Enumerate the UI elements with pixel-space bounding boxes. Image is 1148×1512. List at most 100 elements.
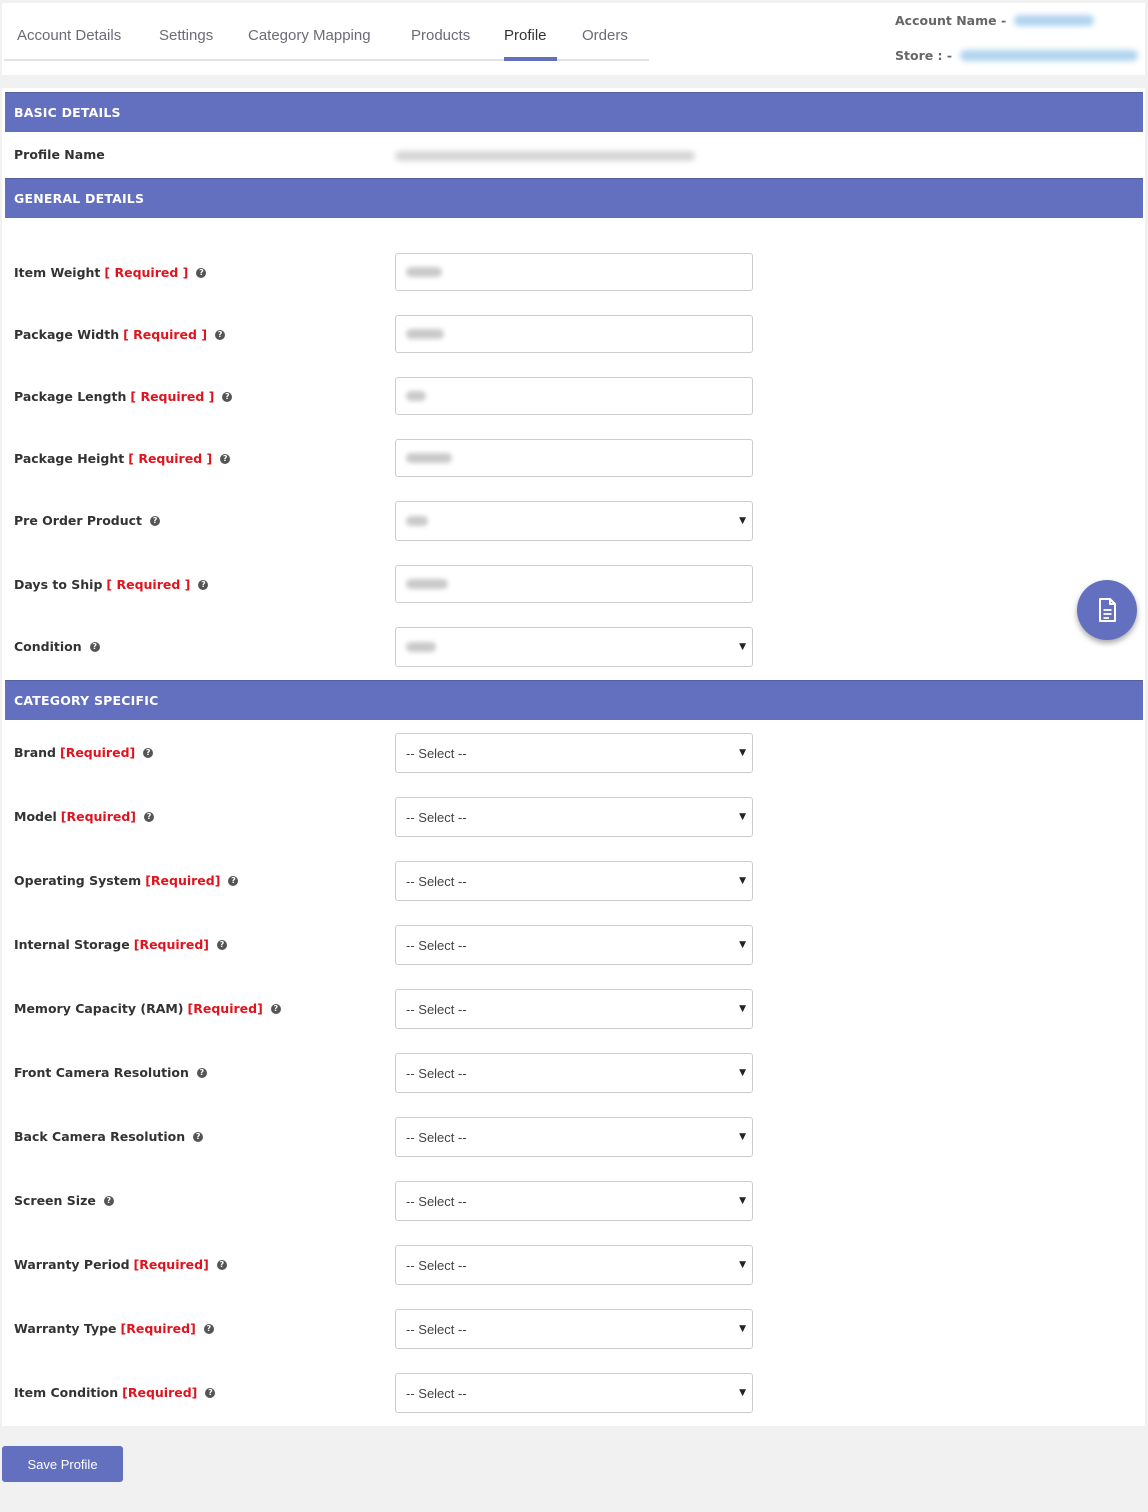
field-label-text: Internal Storage	[14, 937, 130, 952]
field-label: Package Length[ Required ]?	[14, 389, 233, 404]
select-field[interactable]: -- Select -- ▼	[395, 861, 753, 901]
field-label: Days to Ship[ Required ]?	[14, 577, 209, 592]
field-label: Back Camera Resolution?	[14, 1129, 204, 1144]
caret-down-icon: ▼	[739, 642, 746, 652]
field-label-text: Screen Size	[14, 1193, 96, 1208]
select-field[interactable]: -- Select -- ▼	[395, 1245, 753, 1285]
field-label: Condition?	[14, 639, 100, 654]
question-circle-icon[interactable]: ?	[205, 1387, 216, 1398]
field-label: Package Height[ Required ]?	[14, 451, 231, 466]
question-circle-icon[interactable]: ?	[103, 1195, 114, 1206]
selected-value: -- Select --	[406, 1129, 467, 1145]
field-label: Warranty Period [Required]?	[14, 1257, 227, 1272]
field-label: Warranty Type [Required]?	[14, 1321, 214, 1336]
tab-orders[interactable]: Orders	[582, 27, 628, 44]
question-circle-icon[interactable]: ?	[270, 1003, 281, 1014]
store-link[interactable]	[960, 50, 1139, 61]
section-general-details: GENERAL DETAILS	[5, 178, 1143, 218]
redacted-value	[406, 329, 444, 339]
selected-value: -- Select --	[406, 745, 467, 761]
caret-down-icon: ▼	[739, 516, 746, 526]
question-circle-icon[interactable]: ?	[143, 747, 154, 758]
select-field[interactable]: -- Select -- ▼	[395, 1181, 753, 1221]
caret-down-icon: ▼	[739, 876, 746, 886]
selected-value: -- Select --	[406, 1193, 467, 1209]
tab-account-details[interactable]: Account Details	[17, 27, 121, 44]
question-circle-icon[interactable]: ?	[228, 875, 239, 886]
field-label-text: Memory Capacity (RAM)	[14, 1001, 184, 1016]
selected-value: -- Select --	[406, 873, 467, 889]
caret-down-icon: ▼	[739, 812, 746, 822]
field-label-text: Package Width	[14, 327, 120, 342]
question-circle-icon[interactable]: ?	[150, 515, 161, 526]
question-circle-icon[interactable]: ?	[193, 1131, 204, 1142]
active-tab-indicator	[504, 57, 557, 61]
select-field[interactable]: ▼	[395, 501, 753, 541]
field-label-text: Front Camera Resolution	[14, 1065, 189, 1080]
field-label: Item Condition [Required]?	[14, 1385, 216, 1400]
select-field[interactable]: -- Select -- ▼	[395, 797, 753, 837]
select-field[interactable]: -- Select -- ▼	[395, 989, 753, 1029]
required-marker: [Required]	[133, 1257, 209, 1272]
field-label: Front Camera Resolution?	[14, 1065, 207, 1080]
caret-down-icon: ▼	[739, 1388, 746, 1398]
selected-value: -- Select --	[406, 1321, 467, 1337]
caret-down-icon: ▼	[739, 1004, 746, 1014]
tab-products[interactable]: Products	[411, 27, 470, 44]
tab-category-mapping[interactable]: Category Mapping	[248, 27, 371, 44]
caret-down-icon: ▼	[739, 1068, 746, 1078]
question-circle-icon[interactable]: ?	[222, 391, 233, 402]
redacted-value	[406, 453, 452, 463]
question-circle-icon[interactable]: ?	[198, 579, 209, 590]
select-field[interactable]: -- Select -- ▼	[395, 1053, 753, 1093]
save-profile-button[interactable]: Save Profile	[2, 1446, 123, 1482]
question-circle-icon[interactable]: ?	[144, 811, 155, 822]
field-label-text: Back Camera Resolution	[14, 1129, 186, 1144]
question-circle-icon[interactable]: ?	[203, 1323, 214, 1334]
text-input-field[interactable]	[395, 253, 753, 291]
select-field[interactable]: -- Select -- ▼	[395, 1117, 753, 1157]
text-input-field[interactable]	[395, 315, 753, 353]
select-field[interactable]: -- Select -- ▼	[395, 733, 753, 773]
caret-down-icon: ▼	[739, 940, 746, 950]
caret-down-icon: ▼	[739, 1260, 746, 1270]
question-circle-icon[interactable]: ?	[89, 641, 100, 652]
field-label-text: Brand	[14, 745, 56, 760]
field-label: Memory Capacity (RAM) [Required]?	[14, 1001, 281, 1016]
select-field[interactable]: -- Select -- ▼	[395, 1373, 753, 1413]
select-field[interactable]: -- Select -- ▼	[395, 1309, 753, 1349]
required-marker: [ Required ]	[106, 577, 191, 592]
question-circle-icon[interactable]: ?	[216, 1259, 227, 1270]
account-name-link[interactable]	[1014, 15, 1095, 26]
text-input-field[interactable]	[395, 565, 753, 603]
store-label: Store : -	[895, 48, 953, 63]
section-category-specific: CATEGORY SPECIFIC	[5, 680, 1143, 720]
text-input-field[interactable]	[395, 439, 753, 477]
question-circle-icon[interactable]: ?	[220, 453, 231, 464]
field-label-text: Condition	[14, 639, 82, 654]
field-label-text: Package Height	[14, 451, 125, 466]
required-marker: [Required]	[60, 809, 137, 824]
tab-profile[interactable]: Profile	[504, 27, 547, 44]
document-fab-button[interactable]	[1077, 580, 1137, 640]
tab-settings[interactable]: Settings	[159, 27, 213, 44]
question-circle-icon[interactable]: ?	[196, 1067, 207, 1078]
top-navigation-bar: Account Details Settings Category Mappin…	[2, 3, 1145, 75]
select-field[interactable]: ▼	[395, 627, 753, 667]
required-marker: [Required]	[120, 1321, 196, 1336]
required-marker: [ Required ]	[104, 265, 189, 280]
tab-bar: Account Details Settings Category Mappin…	[4, 3, 649, 61]
text-input-field[interactable]	[395, 377, 753, 415]
redacted-value	[406, 391, 426, 401]
question-circle-icon[interactable]: ?	[217, 939, 227, 950]
profile-name-value	[395, 151, 695, 161]
required-marker: [ Required ]	[123, 327, 208, 342]
field-label: Model [Required]?	[14, 809, 155, 824]
field-label-text: Pre Order Product	[14, 513, 143, 528]
question-circle-icon[interactable]: ?	[215, 329, 226, 340]
select-field[interactable]: -- Select -- ▼	[395, 925, 753, 965]
selected-value: -- Select --	[406, 809, 467, 825]
field-label-text: Item Condition	[14, 1385, 119, 1400]
question-circle-icon[interactable]: ?	[196, 267, 207, 278]
selected-value: -- Select --	[406, 1065, 467, 1081]
